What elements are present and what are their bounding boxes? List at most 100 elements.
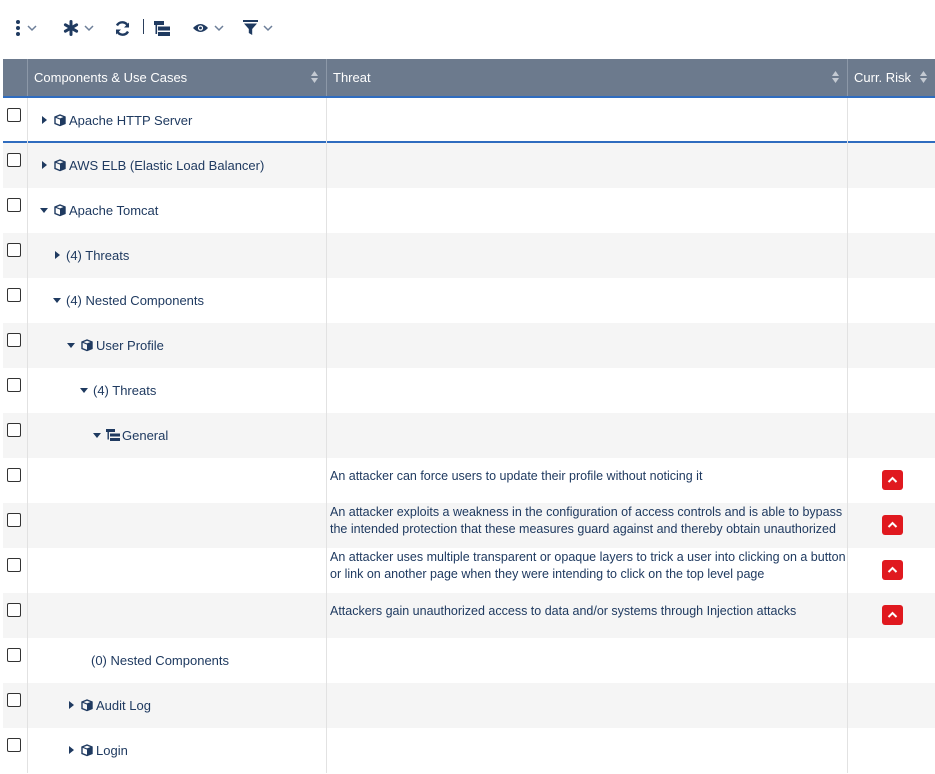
table-row[interactable]: AWS ELB (Elastic Load Balancer) [3, 143, 935, 188]
column-header-current-risk[interactable]: Curr. Risk [847, 59, 935, 96]
chevron-down-icon [84, 25, 94, 32]
tree-cell: (4) Nested Components [29, 278, 326, 323]
table-row[interactable]: (0) Nested Components [3, 638, 935, 683]
caret-right-icon[interactable] [66, 745, 76, 755]
row-checkbox[interactable] [7, 198, 21, 212]
row-checkbox[interactable] [7, 243, 21, 257]
tree-node[interactable]: Audit Log [66, 696, 151, 714]
component-icon [81, 339, 93, 352]
refresh-icon [115, 20, 130, 36]
row-checkbox[interactable] [7, 288, 21, 302]
view-menu-button[interactable] [192, 18, 225, 38]
tree-node[interactable]: AWS ELB (Elastic Load Balancer) [39, 156, 264, 174]
table-row[interactable]: Apache Tomcat [3, 188, 935, 233]
select-column-header [3, 59, 27, 96]
filter-menu-button[interactable] [243, 18, 274, 38]
tree-node[interactable]: (4) Nested Components [52, 291, 204, 309]
caret-right-icon[interactable] [39, 160, 49, 170]
table-row[interactable]: (4) Threats [3, 368, 935, 413]
row-checkbox[interactable] [7, 738, 21, 752]
tree-node[interactable]: Login [66, 741, 128, 759]
threat-description[interactable]: An attacker uses multiple transparent or… [330, 549, 846, 583]
more-menu-button[interactable] [14, 18, 38, 38]
row-checkbox[interactable] [7, 378, 21, 392]
tree-node[interactable]: (4) Threats [52, 246, 129, 264]
column-divider [847, 278, 848, 323]
row-checkbox[interactable] [7, 513, 21, 527]
table-row[interactable]: General [3, 413, 935, 458]
table-row[interactable]: Apache HTTP Server [3, 98, 935, 143]
tree-node[interactable]: (4) Threats [79, 381, 156, 399]
row-checkbox[interactable] [7, 423, 21, 437]
column-divider [847, 143, 848, 188]
tree-node[interactable]: General [92, 426, 168, 444]
threat-description[interactable]: Attackers gain unauthorized access to da… [330, 603, 846, 637]
tree-cell [29, 503, 326, 548]
caret-down-icon[interactable] [79, 385, 89, 395]
row-checkbox[interactable] [7, 333, 21, 347]
column-divider [847, 728, 848, 773]
column-divider [27, 368, 28, 413]
column-divider [326, 188, 327, 233]
tree-node[interactable]: Apache HTTP Server [39, 111, 192, 129]
caret-down-icon[interactable] [39, 205, 49, 215]
caret-right-icon[interactable] [66, 700, 76, 710]
caret-down-icon[interactable] [66, 340, 76, 350]
column-divider [326, 323, 327, 368]
column-divider [27, 548, 28, 593]
column-divider [847, 548, 848, 593]
tree-view-icon [154, 20, 170, 36]
caret-down-icon[interactable] [92, 430, 102, 440]
risk-high-badge[interactable] [882, 605, 903, 625]
row-checkbox[interactable] [7, 108, 21, 122]
table-row[interactable]: An attacker exploits a weakness in the c… [3, 503, 935, 548]
tree-node[interactable]: User Profile [66, 336, 164, 354]
tree-cell [29, 548, 326, 593]
column-divider [847, 98, 848, 143]
row-checkbox[interactable] [7, 558, 21, 572]
column-divider [27, 98, 28, 143]
tree-node-label: Login [96, 742, 128, 758]
row-checkbox[interactable] [7, 693, 21, 707]
tree-node-label: Audit Log [96, 697, 151, 713]
tree-cell: User Profile [29, 323, 326, 368]
column-divider [326, 728, 327, 773]
table-row[interactable]: (4) Threats [3, 233, 935, 278]
row-checkbox[interactable] [7, 603, 21, 617]
column-header-components[interactable]: Components & Use Cases [27, 59, 326, 96]
threat-description[interactable]: An attacker can force users to update th… [330, 468, 846, 502]
column-divider [326, 683, 327, 728]
table-row[interactable]: Attackers gain unauthorized access to da… [3, 593, 935, 638]
risk-high-badge[interactable] [882, 560, 903, 580]
caret-down-icon[interactable] [52, 295, 62, 305]
caret-right-icon[interactable] [52, 250, 62, 260]
table-row[interactable]: User Profile [3, 323, 935, 368]
row-checkbox[interactable] [7, 468, 21, 482]
table-row[interactable]: (4) Nested Components [3, 278, 935, 323]
more-vertical-icon [16, 20, 20, 36]
asterisk-menu-button[interactable] [63, 18, 95, 38]
tree-cell: Audit Log [29, 683, 326, 728]
row-checkbox[interactable] [7, 153, 21, 167]
row-checkbox[interactable] [7, 648, 21, 662]
sort-icon [311, 71, 318, 83]
column-divider [27, 728, 28, 773]
table-row[interactable]: Audit Log [3, 683, 935, 728]
threat-description[interactable]: An attacker exploits a weakness in the c… [330, 504, 846, 538]
tree-node[interactable]: (0) Nested Components [91, 651, 229, 669]
column-divider [326, 503, 327, 548]
tree-cell: (0) Nested Components [29, 638, 326, 683]
tree-view-button[interactable] [154, 18, 171, 38]
toolbar-divider [143, 19, 144, 34]
table-row[interactable]: Login [3, 728, 935, 773]
column-header-label: Threat [333, 70, 371, 85]
risk-high-badge[interactable] [882, 515, 903, 535]
table-row[interactable]: An attacker can force users to update th… [3, 458, 935, 503]
column-header-threat[interactable]: Threat [326, 59, 847, 96]
refresh-button[interactable] [114, 18, 131, 38]
tree-node[interactable]: Apache Tomcat [39, 201, 158, 219]
tree-node-label: Apache HTTP Server [69, 112, 193, 128]
caret-right-icon[interactable] [39, 115, 49, 125]
risk-high-badge[interactable] [882, 470, 903, 490]
table-row[interactable]: An attacker uses multiple transparent or… [3, 548, 935, 593]
